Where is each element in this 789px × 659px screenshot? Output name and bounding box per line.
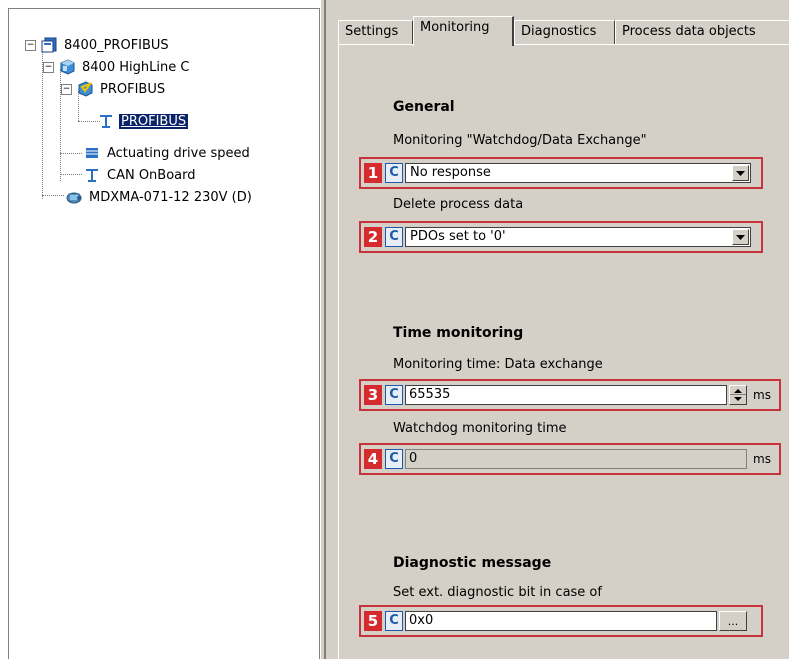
- chevron-down-icon[interactable]: [732, 165, 749, 181]
- field-label-data-exchange: Monitoring time: Data exchange: [393, 357, 603, 372]
- motor-icon: [65, 189, 83, 205]
- tree-label: 8400 HighLine C: [82, 59, 190, 75]
- marker-4: 4: [364, 449, 382, 469]
- input-value: 0x0: [409, 613, 434, 628]
- section-heading-diagnostic: Diagnostic message: [393, 555, 552, 571]
- select-value: PDOs set to '0': [410, 229, 506, 244]
- param-row-2: 2 C PDOs set to '0': [359, 221, 763, 253]
- field-label-watchdog-time: Watchdog monitoring time: [393, 421, 567, 436]
- collapse-icon[interactable]: −: [61, 83, 72, 95]
- tree-node-root[interactable]: − 8400_PROFIBUS: [25, 35, 171, 55]
- pane-splitter[interactable]: [320, 0, 330, 659]
- field-label-watchdog: Monitoring "Watchdog/Data Exchange": [393, 133, 647, 148]
- section-heading-time: Time monitoring: [393, 325, 524, 341]
- section-heading-general: General: [393, 99, 455, 115]
- bus-icon: [97, 113, 115, 129]
- tree-node-device[interactable]: − 8400 HighLine C: [43, 57, 191, 77]
- tree-label: MDXMA-071-12 230V (D): [89, 189, 252, 205]
- field-label-ext-diagnostic: Set ext. diagnostic bit in case of: [393, 585, 602, 600]
- tree-node-speed[interactable]: Actuating drive speed: [79, 143, 252, 163]
- tree-node-motor[interactable]: MDXMA-071-12 230V (D): [61, 187, 254, 207]
- bus-icon: [83, 167, 101, 183]
- spin-down-icon[interactable]: [734, 397, 742, 401]
- unit-label: ms: [753, 388, 771, 402]
- properties-pane: Settings Monitoring Diagnostics Process …: [330, 0, 789, 659]
- watchdog-time-input: 0: [405, 449, 747, 469]
- marker-5: 5: [364, 611, 382, 631]
- tree-node-module[interactable]: − PROFIBUS: [61, 79, 167, 99]
- tree-label: 8400_PROFIBUS: [64, 37, 169, 53]
- c-button[interactable]: C: [385, 385, 403, 405]
- param-row-5: 5 C 0x0 ...: [359, 605, 763, 637]
- input-value: 0: [409, 451, 418, 466]
- project-icon: [40, 37, 58, 53]
- c-button[interactable]: C: [385, 227, 403, 247]
- collapse-icon[interactable]: −: [25, 39, 36, 51]
- tab-diagnostics[interactable]: Diagnostics: [514, 20, 615, 44]
- chevron-down-icon[interactable]: [732, 229, 749, 245]
- tree-label: PROFIBUS: [100, 81, 166, 97]
- param-row-3: 3 C 65535 ms: [359, 379, 781, 411]
- ext-diagnostic-input[interactable]: 0x0: [405, 611, 717, 631]
- browse-button[interactable]: ...: [719, 611, 747, 631]
- tab-settings[interactable]: Settings: [338, 20, 413, 44]
- device-icon: [58, 59, 76, 75]
- c-button[interactable]: C: [385, 163, 403, 183]
- tab-strip: Settings Monitoring Diagnostics Process …: [338, 16, 789, 46]
- tab-content-monitoring: General Monitoring "Watchdog/Data Exchan…: [338, 44, 789, 659]
- param-row-4: 4 C 0 ms: [359, 443, 781, 475]
- function-icon: [83, 145, 101, 161]
- marker-1: 1: [364, 163, 382, 183]
- tab-monitoring[interactable]: Monitoring: [413, 16, 514, 46]
- project-tree: − 8400_PROFIBUS − 8400 HighLine C − PROF…: [8, 8, 320, 659]
- spin-up-icon[interactable]: [734, 389, 742, 393]
- unit-label: ms: [753, 452, 771, 466]
- marker-3: 3: [364, 385, 382, 405]
- tab-process-data-objects[interactable]: Process data objects: [615, 20, 789, 44]
- select-value: No response: [410, 165, 491, 180]
- tree-label: CAN OnBoard: [107, 167, 196, 183]
- field-label-delete: Delete process data: [393, 197, 524, 212]
- data-exchange-time-input[interactable]: 65535: [405, 385, 727, 405]
- marker-2: 2: [364, 227, 382, 247]
- module-icon: [76, 81, 94, 97]
- c-button[interactable]: C: [385, 449, 403, 469]
- input-value: 65535: [409, 387, 451, 402]
- tree-label: Actuating drive speed: [107, 145, 250, 161]
- tree-label-selected: PROFIBUS: [117, 112, 190, 130]
- watchdog-response-select[interactable]: No response: [405, 163, 751, 183]
- spin-divider: [730, 394, 746, 395]
- tree-node-bus[interactable]: PROFIBUS: [93, 111, 190, 131]
- tree-node-can[interactable]: CAN OnBoard: [79, 165, 198, 185]
- param-row-1: 1 C No response: [359, 157, 763, 189]
- collapse-icon[interactable]: −: [43, 61, 54, 73]
- spinner[interactable]: [729, 385, 747, 405]
- c-button[interactable]: C: [385, 611, 403, 631]
- delete-process-data-select[interactable]: PDOs set to '0': [405, 227, 751, 247]
